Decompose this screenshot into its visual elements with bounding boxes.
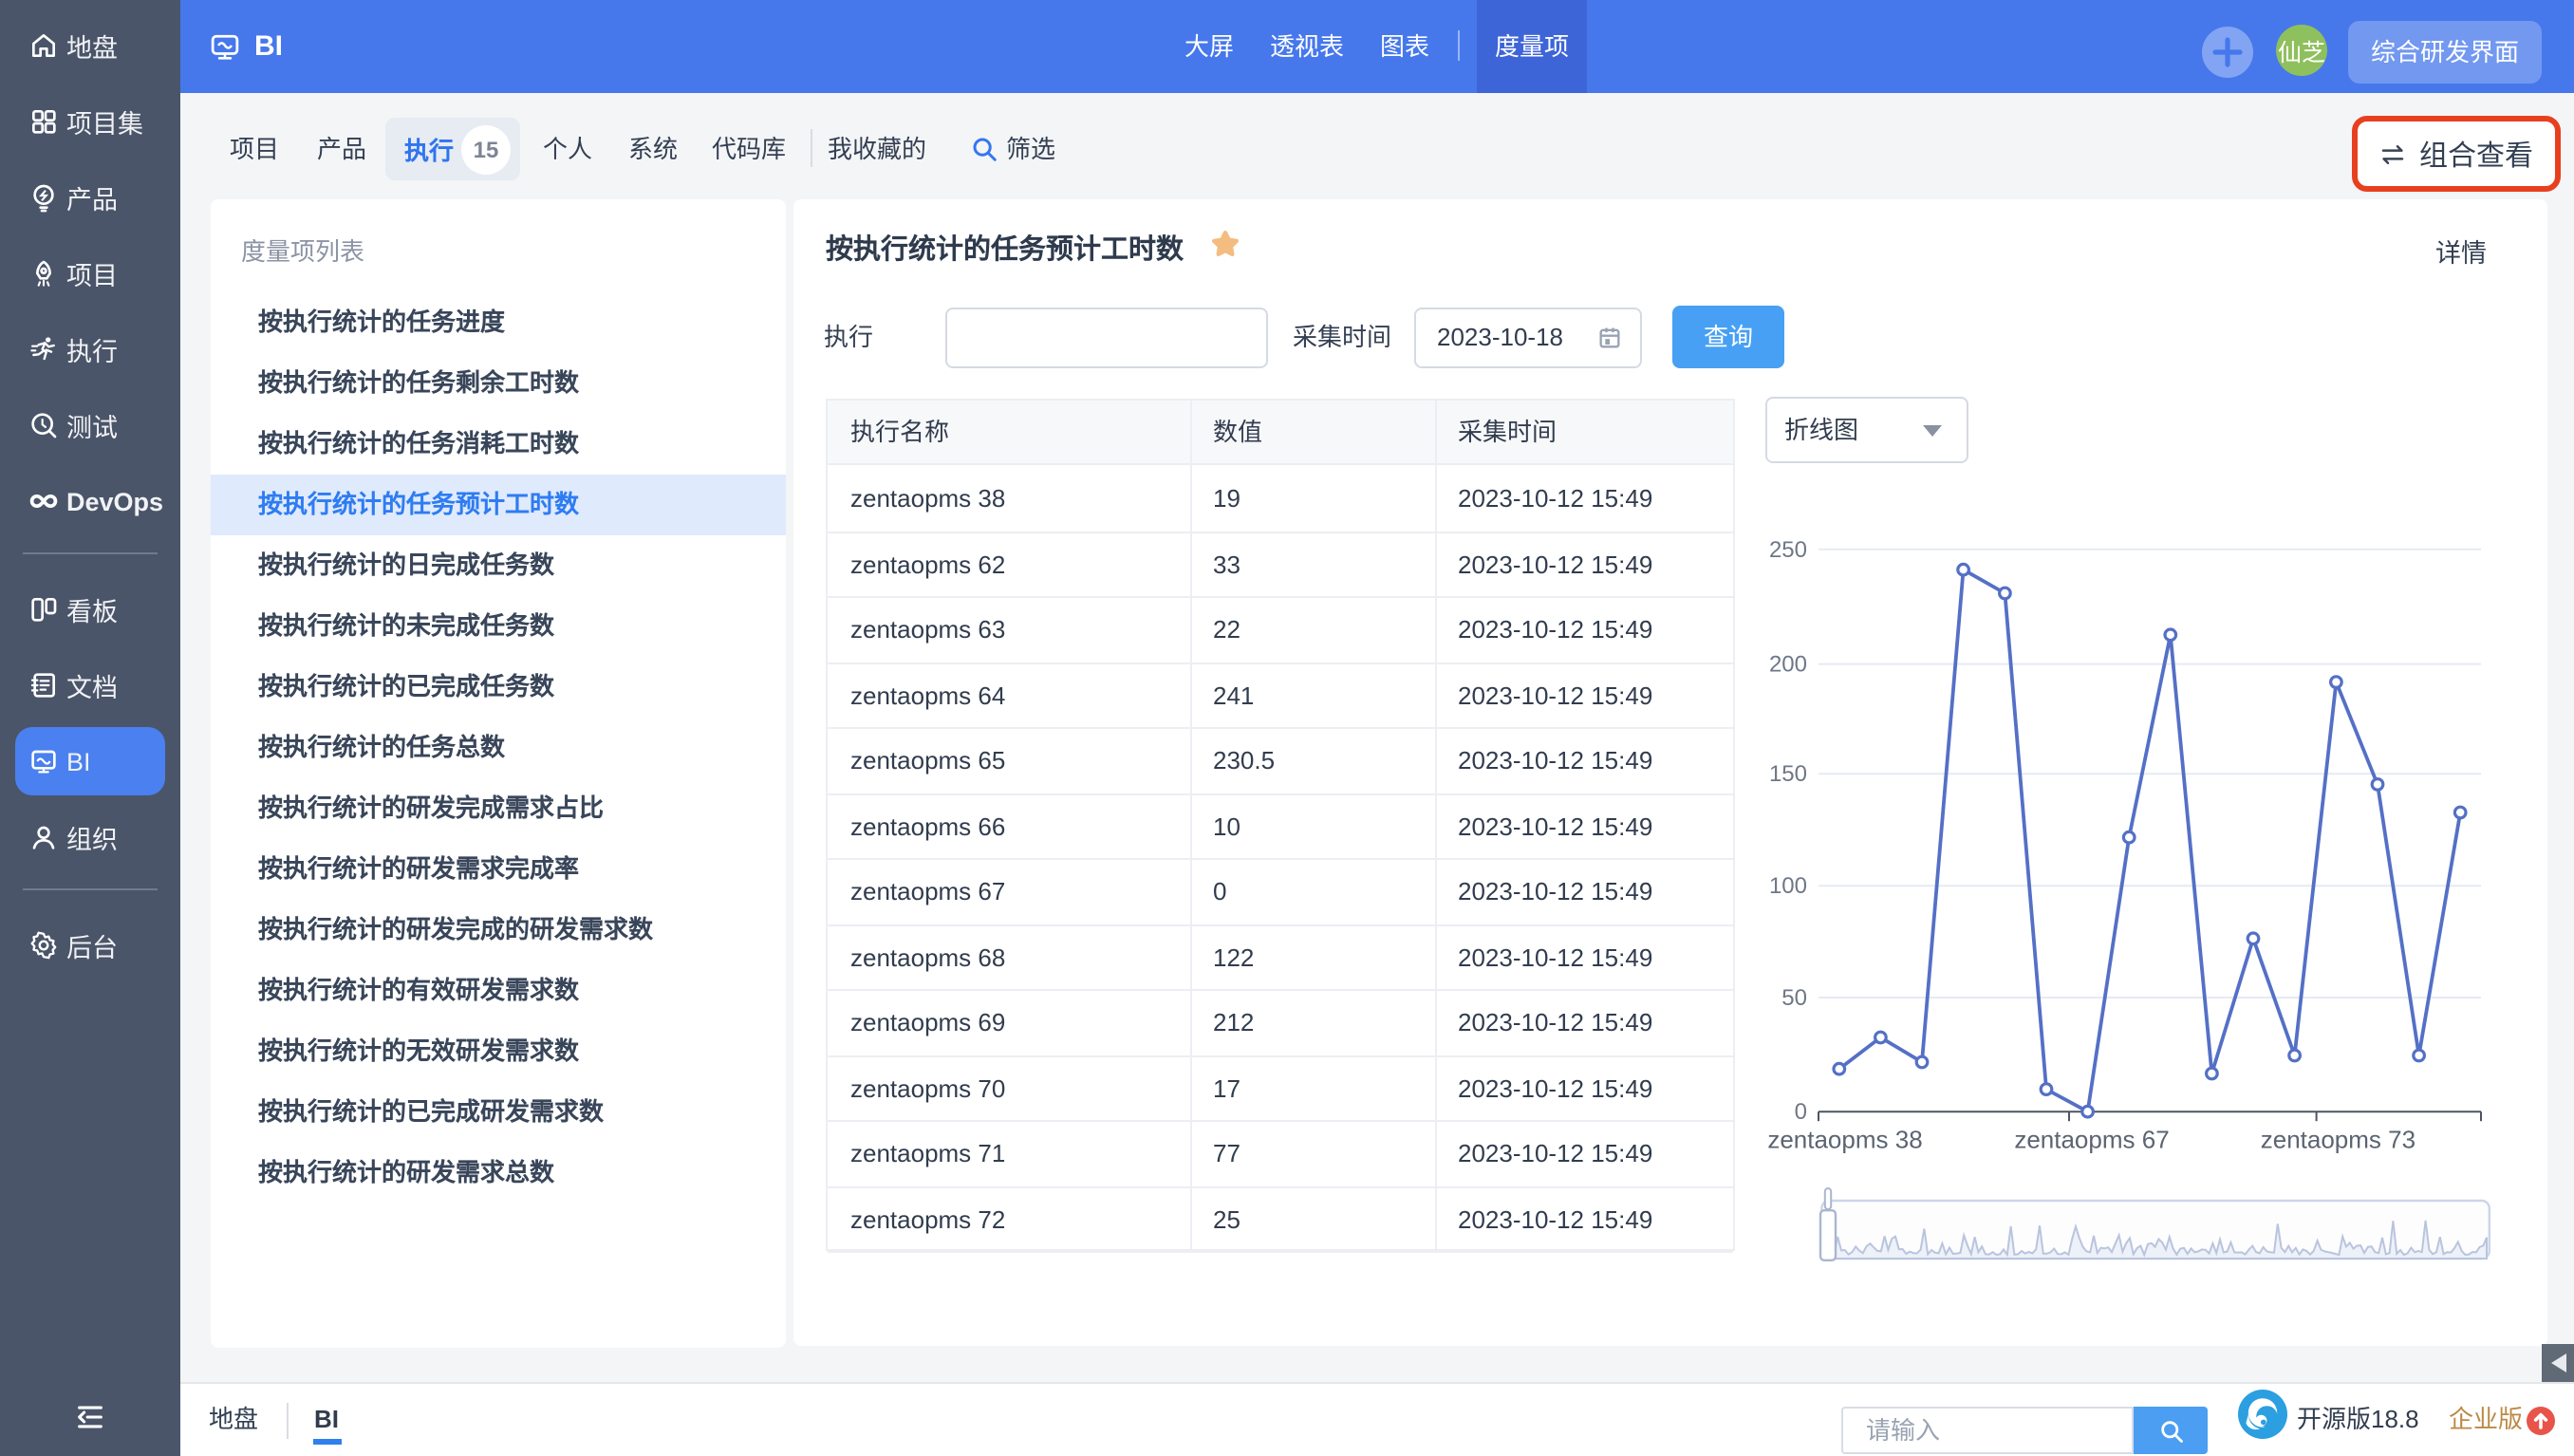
svg-text:zentaopms 73: zentaopms 73 [2261, 1125, 2415, 1153]
svg-text:100: 100 [1769, 873, 1807, 899]
svg-text:200: 200 [1769, 652, 1807, 678]
svg-text:0: 0 [1795, 1099, 1807, 1125]
svg-text:zentaopms 67: zentaopms 67 [2014, 1125, 2169, 1153]
svg-text:50: 50 [1781, 985, 1807, 1011]
svg-text:150: 150 [1769, 761, 1807, 787]
svg-text:zentaopms 38: zentaopms 38 [1767, 1125, 1922, 1153]
svg-text:250: 250 [1769, 537, 1807, 563]
